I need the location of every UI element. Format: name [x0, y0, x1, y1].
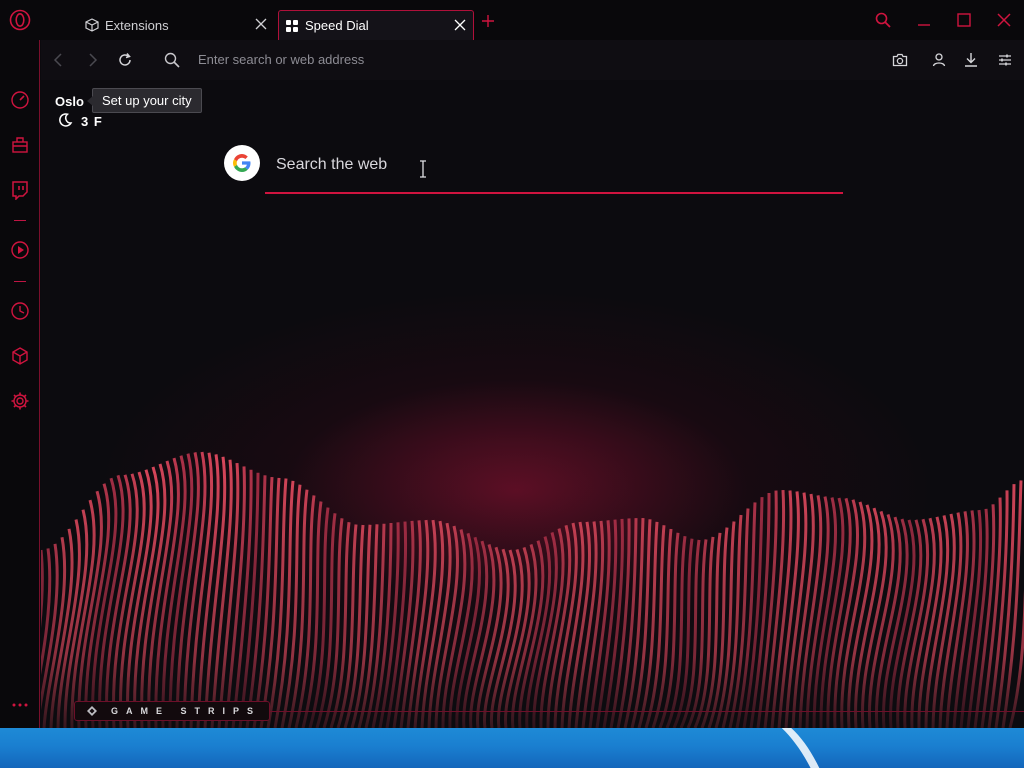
google-g-icon — [233, 154, 251, 172]
twitch-icon[interactable] — [10, 180, 30, 200]
camera-icon[interactable] — [892, 52, 908, 68]
close-tab-icon[interactable] — [454, 19, 466, 31]
moon-icon — [59, 113, 73, 127]
weather-city[interactable]: Oslo — [55, 94, 84, 109]
back-icon[interactable] — [51, 52, 67, 68]
new-tab-plus-icon[interactable] — [482, 15, 494, 27]
maximize-icon[interactable] — [956, 12, 972, 28]
search-tabs-icon[interactable] — [875, 12, 891, 28]
text-cursor-icon — [420, 160, 426, 178]
extensions-cube-icon[interactable] — [10, 346, 30, 366]
title-bar: Extensions Speed Dial — [0, 0, 1024, 40]
sidebar — [0, 40, 40, 728]
reload-icon[interactable] — [117, 52, 133, 68]
wave-shadow-overlay — [41, 440, 1024, 728]
search-icon — [164, 52, 180, 68]
speedometer-icon[interactable] — [10, 90, 30, 110]
taskbar-light-streak — [781, 728, 820, 768]
tab-speed-dial[interactable]: Speed Dial — [278, 10, 474, 40]
search-placeholder: Search the web — [276, 156, 388, 173]
tab-label: Speed Dial — [305, 18, 369, 33]
address-placeholder: Enter search or web address — [198, 52, 365, 67]
game-strips-button[interactable]: GAME STRIPS — [74, 701, 270, 721]
sidebar-separator — [14, 220, 26, 221]
settings-gear-icon[interactable] — [10, 391, 30, 411]
close-tab-icon[interactable] — [255, 18, 267, 30]
diamond-icon — [87, 706, 97, 716]
tab-extensions[interactable]: Extensions — [72, 10, 274, 40]
game-strips-divider — [270, 711, 1024, 712]
cube-icon — [85, 18, 99, 32]
minimize-icon[interactable] — [916, 12, 932, 28]
forward-icon[interactable] — [84, 52, 100, 68]
address-bar[interactable]: Enter search or web address — [198, 50, 698, 70]
easy-setup-sliders-icon[interactable] — [997, 52, 1013, 68]
game-strips-label: GAME STRIPS — [111, 706, 262, 716]
opera-gx-logo-icon[interactable] — [9, 9, 31, 31]
player-icon[interactable] — [10, 240, 30, 260]
close-window-icon[interactable] — [996, 12, 1012, 28]
speed-dial-page: Oslo Set up your city 3 F Search the web… — [41, 80, 1024, 728]
profile-icon[interactable] — [931, 52, 947, 68]
more-dots-icon[interactable] — [10, 700, 30, 710]
tab-label: Extensions — [105, 17, 169, 33]
history-icon[interactable] — [10, 301, 30, 321]
grid-icon — [286, 19, 298, 32]
city-tooltip: Set up your city — [87, 88, 202, 113]
web-search-input[interactable]: Search the web — [265, 150, 843, 194]
download-icon[interactable] — [963, 52, 979, 68]
toolbar: Enter search or web address — [41, 40, 1024, 80]
sidebar-separator — [14, 281, 26, 282]
weather-temperature: 3 F — [81, 114, 103, 129]
windows-taskbar — [0, 728, 1024, 768]
bag-icon[interactable] — [10, 135, 30, 155]
google-logo-icon[interactable] — [224, 145, 260, 181]
